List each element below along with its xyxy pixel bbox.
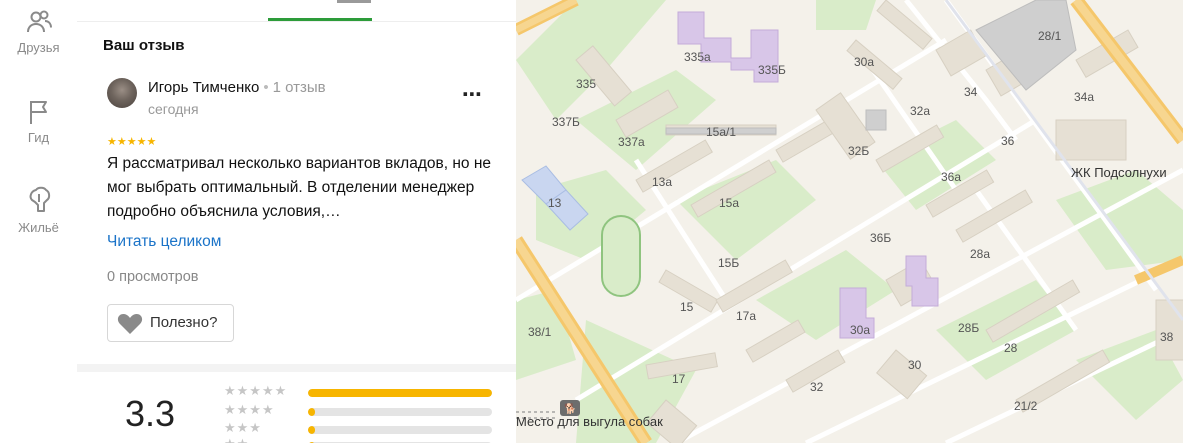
map-label: 36Б <box>870 231 891 245</box>
map-label: 335Б <box>758 63 786 77</box>
map-label: 13а <box>652 175 672 189</box>
map-label: 32 <box>810 380 824 394</box>
map-label: 335а <box>684 50 711 64</box>
sidebar-item-friends[interactable]: Друзья <box>0 8 77 55</box>
more-options-icon[interactable]: ⋯ <box>462 82 483 107</box>
map-label: 335 <box>576 77 596 91</box>
map-label: 34а <box>1074 90 1094 104</box>
review-date: сегодня <box>148 101 199 117</box>
map-label: 30а <box>854 55 874 69</box>
sidebar-item-guide[interactable]: Гид <box>0 98 77 145</box>
review-text: Я рассматривал несколько вариантов вклад… <box>107 155 492 220</box>
review-author[interactable]: Игорь Тимченко • 1 отзыв <box>148 79 326 96</box>
map-label: 21/2 <box>1014 399 1038 413</box>
map-label: 28/1 <box>1038 29 1062 43</box>
rating-track <box>308 426 492 434</box>
rating-fill <box>308 408 316 416</box>
map-label: 15Б <box>718 256 739 270</box>
rating-stars-2: ★★ <box>224 436 249 443</box>
map-label: 15а/1 <box>706 125 736 139</box>
review-stars: ★★★★★ <box>107 136 157 148</box>
map-label: 28 <box>1004 341 1018 355</box>
rating-row-4: ★★★★ <box>224 402 494 419</box>
map-label: 36 <box>1001 134 1015 148</box>
author-name[interactable]: Игорь Тимченко <box>148 79 259 96</box>
left-sidebar: Друзья Гид Жильё <box>0 0 78 443</box>
map-label: 337а <box>618 135 645 149</box>
map-canvas[interactable]: 🐕 335а 335Б 30а 28/1 335 34 34а 337Б 337… <box>516 0 1183 443</box>
map-label: 32а <box>910 104 930 118</box>
helpful-label: Полезно? <box>150 314 218 331</box>
tab-indicator-gray <box>337 0 371 3</box>
house-icon <box>29 186 50 212</box>
map-label: 38 <box>1160 330 1174 344</box>
map-view[interactable]: 🐕 335а 335Б 30а 28/1 335 34 34а 337Б 337… <box>516 0 1183 443</box>
rating-row-5: ★★★★★ <box>224 383 494 400</box>
map-label: 30а <box>850 323 870 337</box>
avatar[interactable] <box>107 78 137 108</box>
rating-stars-3: ★★★ <box>224 420 262 435</box>
read-more-link[interactable]: Читать целиком <box>107 233 221 251</box>
views-count: 0 просмотров <box>107 269 199 285</box>
map-label: ЖК Подсолнухи <box>1071 165 1167 180</box>
tab-strip <box>77 0 516 22</box>
map-label: 36а <box>941 170 961 184</box>
sidebar-item-housing[interactable]: Жильё <box>0 186 77 235</box>
rating-stars-5: ★★★★★ <box>224 383 288 398</box>
map-label: 28Б <box>958 321 979 335</box>
rating-fill <box>308 389 492 397</box>
rating-stars-4: ★★★★ <box>224 402 275 417</box>
map-label: 34 <box>964 85 978 99</box>
separator-dot: • <box>263 79 269 96</box>
section-divider <box>77 364 516 372</box>
rating-track <box>308 389 492 397</box>
rating-track <box>308 408 492 416</box>
sidebar-item-label: Жильё <box>18 220 59 235</box>
map-label: 17а <box>736 309 756 323</box>
sidebar-item-label: Гид <box>27 130 50 145</box>
map-label: 32Б <box>848 144 869 158</box>
rating-row-3: ★★★ <box>224 420 494 437</box>
flag-icon <box>29 101 47 124</box>
map-label: 28а <box>970 247 990 261</box>
map-label: 15 <box>680 300 694 314</box>
heart-icon <box>117 314 143 334</box>
review-panel: Ваш отзыв Игорь Тимченко • 1 отзыв сегодня… <box>77 0 516 443</box>
map-label: 17 <box>672 372 686 386</box>
map-label: 38/1 <box>528 325 552 339</box>
rating-value: 3.3 <box>125 393 176 434</box>
sidebar-item-label: Друзья <box>17 40 60 55</box>
friends-icon <box>26 10 52 33</box>
author-review-count: 1 отзыв <box>272 79 326 96</box>
map-label: Место для выгула собак <box>516 414 663 429</box>
rating-row-2: ★★ <box>224 436 494 443</box>
map-label: 337Б <box>552 115 580 129</box>
helpful-button[interactable]: Полезно? <box>107 304 234 342</box>
map-label: 13 <box>548 196 562 210</box>
section-title: Ваш отзыв <box>103 37 185 54</box>
rating-fill <box>308 426 316 434</box>
map-stadium <box>601 215 641 297</box>
tab-active-underline <box>268 18 372 21</box>
map-label: 30 <box>908 358 922 372</box>
map-label: 15а <box>719 196 739 210</box>
